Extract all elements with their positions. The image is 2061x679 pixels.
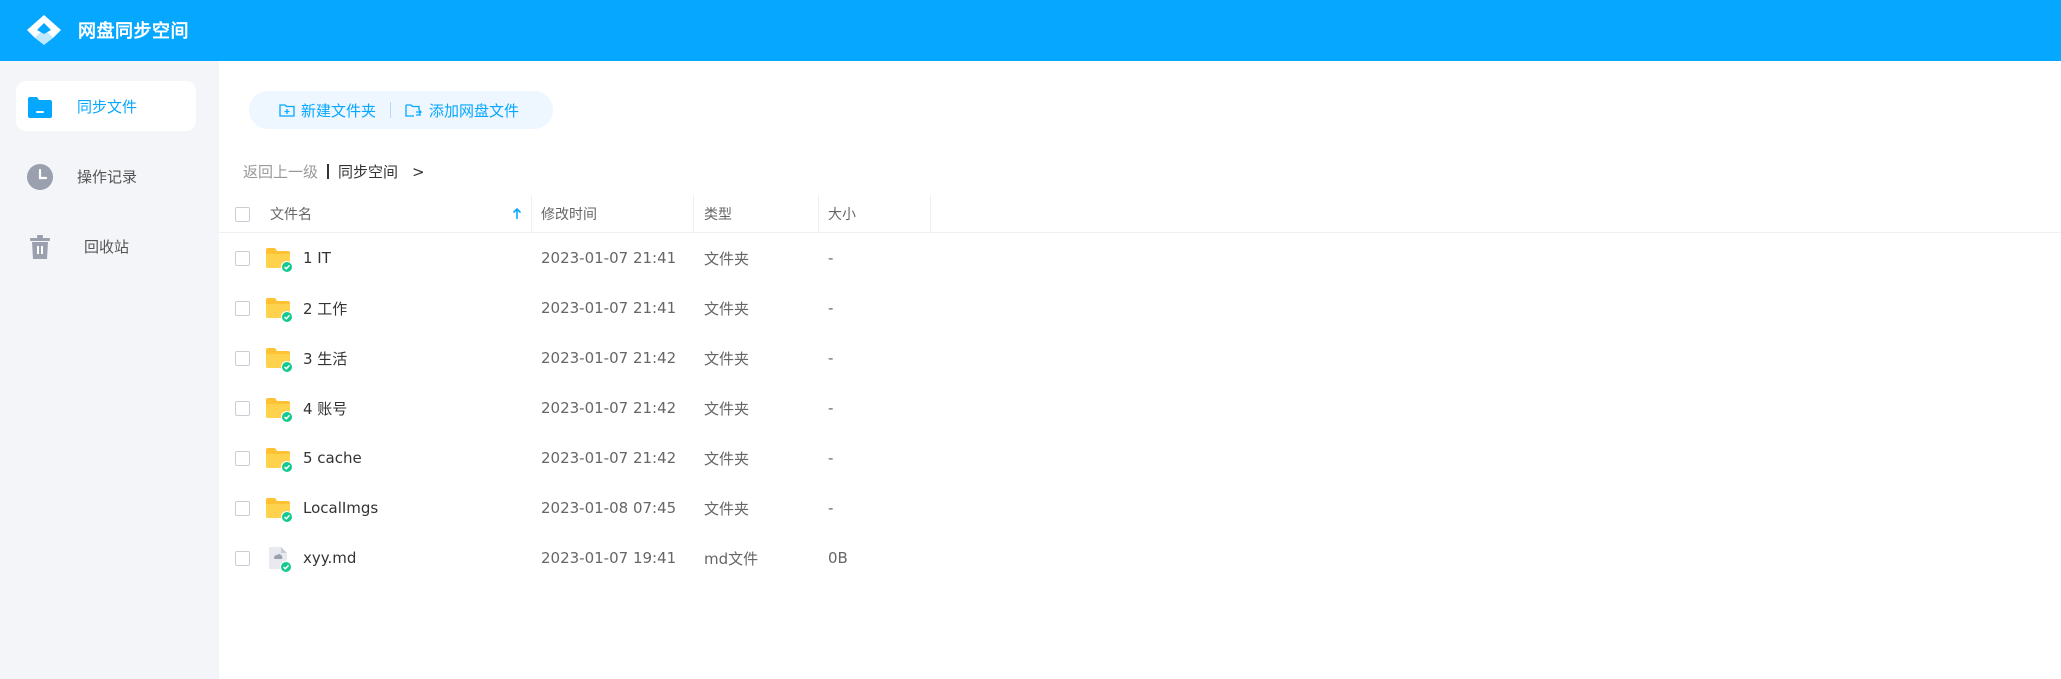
main-content: 新建文件夹 添加网盘文件 返回上一级 同步空间 > 文件名 修改时间 类型 大小… — [219, 61, 2061, 679]
synced-folder-icon — [266, 248, 293, 273]
sidebar-item-recycle-bin[interactable]: 回收站 — [16, 221, 196, 271]
file-type: 文件夹 — [704, 249, 750, 268]
row-checkbox[interactable] — [235, 451, 250, 466]
sidebar: 同步文件 操作记录 回收站 — [0, 61, 219, 679]
file-size: - — [828, 399, 834, 417]
file-size: - — [828, 249, 834, 267]
table-row[interactable]: xyy.md 2023-01-07 19:41 md文件 0B — [219, 533, 2061, 583]
file-modified-time: 2023-01-07 21:41 — [541, 299, 677, 317]
file-type: 文件夹 — [704, 349, 750, 368]
new-folder-icon — [279, 104, 295, 117]
add-cloud-file-icon — [405, 104, 422, 117]
file-type: md文件 — [704, 549, 759, 568]
file-type: 文件夹 — [704, 399, 750, 418]
sidebar-item-label: 同步文件 — [77, 97, 138, 116]
app-title: 网盘同步空间 — [78, 21, 189, 42]
row-checkbox[interactable] — [235, 501, 250, 516]
file-modified-time: 2023-01-07 19:41 — [541, 549, 677, 567]
synced-file-icon — [269, 547, 292, 573]
column-divider — [693, 195, 694, 233]
column-type-label: 类型 — [704, 207, 732, 223]
row-checkbox[interactable] — [235, 351, 250, 366]
table-row[interactable]: 5 cache 2023-01-07 21:42 文件夹 - — [219, 433, 2061, 483]
select-all-checkbox[interactable] — [235, 207, 250, 222]
sidebar-item-label: 操作记录 — [77, 167, 138, 186]
breadcrumb-back-link[interactable]: 返回上一级 — [243, 161, 318, 182]
column-divider — [930, 195, 931, 233]
synced-folder-icon — [266, 298, 293, 323]
sort-ascending-icon[interactable] — [512, 208, 522, 220]
trash-icon — [30, 235, 50, 259]
table-header: 文件名 修改时间 类型 大小 — [219, 195, 2061, 233]
file-size: - — [828, 449, 834, 467]
file-modified-time: 2023-01-08 07:45 — [541, 499, 677, 517]
file-size: - — [828, 349, 834, 367]
app-header: 网盘同步空间 — [0, 0, 2061, 61]
file-modified-time: 2023-01-07 21:42 — [541, 449, 677, 467]
new-folder-button[interactable]: 新建文件夹 — [279, 100, 376, 121]
row-checkbox[interactable] — [235, 251, 250, 266]
column-divider — [531, 195, 532, 233]
table-row[interactable]: 1 IT 2023-01-07 21:41 文件夹 - — [219, 233, 2061, 283]
file-size: - — [828, 499, 834, 517]
file-name[interactable]: 2 工作 — [303, 283, 347, 333]
breadcrumb: 返回上一级 同步空间 > — [243, 161, 425, 182]
file-size: - — [828, 299, 834, 317]
toolbar-divider — [390, 102, 392, 118]
synced-folder-icon — [266, 448, 293, 473]
file-modified-time: 2023-01-07 21:42 — [541, 399, 677, 417]
column-header-size[interactable]: 大小 — [828, 195, 856, 233]
column-name-label: 文件名 — [270, 207, 312, 223]
app-logo-icon — [27, 15, 61, 45]
file-name[interactable]: 5 cache — [303, 433, 362, 483]
add-cloud-file-button[interactable]: 添加网盘文件 — [405, 100, 519, 121]
file-name[interactable]: 4 账号 — [303, 383, 347, 433]
table-row[interactable]: 4 账号 2023-01-07 21:42 文件夹 - — [219, 383, 2061, 433]
row-checkbox[interactable] — [235, 301, 250, 316]
file-size: 0B — [828, 549, 848, 567]
synced-folder-icon — [266, 498, 293, 523]
file-name[interactable]: xyy.md — [303, 533, 356, 583]
file-name[interactable]: 1 IT — [303, 233, 331, 283]
file-modified-time: 2023-01-07 21:42 — [541, 349, 677, 367]
column-divider — [818, 195, 819, 233]
column-header-type[interactable]: 类型 — [704, 195, 732, 233]
table-row[interactable]: LocalImgs 2023-01-08 07:45 文件夹 - — [219, 483, 2061, 533]
new-folder-label: 新建文件夹 — [301, 101, 377, 120]
toolbar: 新建文件夹 添加网盘文件 — [249, 91, 553, 129]
column-header-modified[interactable]: 修改时间 — [541, 195, 597, 233]
column-size-label: 大小 — [828, 207, 856, 223]
table-row[interactable]: 2 工作 2023-01-07 21:41 文件夹 - — [219, 283, 2061, 333]
breadcrumb-current[interactable]: 同步空间 — [338, 161, 398, 182]
clock-icon — [27, 164, 53, 190]
sidebar-item-sync-files[interactable]: 同步文件 — [16, 81, 196, 131]
row-checkbox[interactable] — [235, 401, 250, 416]
column-header-name[interactable]: 文件名 — [270, 195, 312, 233]
row-checkbox[interactable] — [235, 551, 250, 566]
sidebar-item-label: 回收站 — [84, 237, 130, 256]
folder-icon — [28, 97, 52, 118]
breadcrumb-divider — [327, 164, 330, 179]
file-name[interactable]: 3 生活 — [303, 333, 347, 383]
breadcrumb-chevron: > — [412, 162, 425, 181]
column-modified-label: 修改时间 — [541, 207, 597, 223]
synced-folder-icon — [266, 348, 293, 373]
file-name[interactable]: LocalImgs — [303, 483, 378, 533]
add-cloud-file-label: 添加网盘文件 — [429, 101, 520, 120]
file-type: 文件夹 — [704, 449, 750, 468]
file-type: 文件夹 — [704, 499, 750, 518]
sidebar-item-operation-log[interactable]: 操作记录 — [16, 151, 196, 201]
file-modified-time: 2023-01-07 21:41 — [541, 249, 677, 267]
file-type: 文件夹 — [704, 299, 750, 318]
synced-folder-icon — [266, 398, 293, 423]
table-row[interactable]: 3 生活 2023-01-07 21:42 文件夹 - — [219, 333, 2061, 383]
